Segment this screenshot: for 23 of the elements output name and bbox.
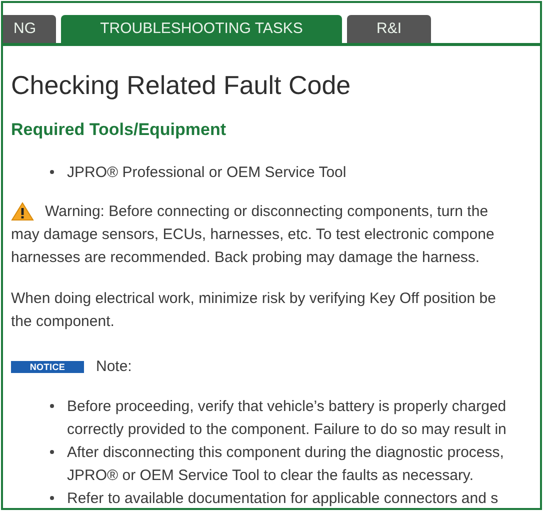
notice-badge: NOTICE [11, 360, 84, 372]
note-text: Before proceeding, verify that vehicle’s battery is properly charged [67, 397, 506, 417]
warning-icon [11, 202, 34, 221]
note-text: correctly provided to the component. Failure to do so may result in [67, 420, 506, 440]
bullet-icon [50, 404, 54, 408]
note-text: After disconnecting this component during the diagnostic process, [67, 443, 504, 463]
note-text: JPRO® or OEM Service Tool to clear the faults as necessary. [67, 466, 474, 486]
note-text: JPRO® Professional or OEM Service Tool [67, 163, 346, 183]
bullet-icon [50, 496, 54, 500]
bullet-icon [50, 170, 54, 174]
warning-text: may damage sensors, ECUs, harnesses, etc. To test electronic compone [11, 225, 496, 245]
warning-text: harnesses are recommended. Back probing may damage the harness. [11, 248, 481, 268]
tab[interactable]: R&I [347, 15, 431, 43]
paragraph-text: the component. [11, 312, 116, 332]
page-title: Checking Related Fault Code [11, 69, 352, 101]
paragraph-text: When doing electrical work, minimize risk by verifying Key Off position be [11, 289, 497, 309]
note-label: Note: [96, 357, 132, 377]
warning-text: Warning: Before connecting or disconnecting components, turn the [45, 202, 488, 222]
bullet-icon [50, 450, 54, 454]
tab[interactable]: NG [3, 15, 56, 43]
section-heading: Required Tools/Equipment [11, 119, 228, 141]
tab[interactable]: TROUBLESHOOTING TASKS [61, 15, 342, 43]
note-text: Refer to available documentation for applicable connectors and s [67, 489, 498, 508]
